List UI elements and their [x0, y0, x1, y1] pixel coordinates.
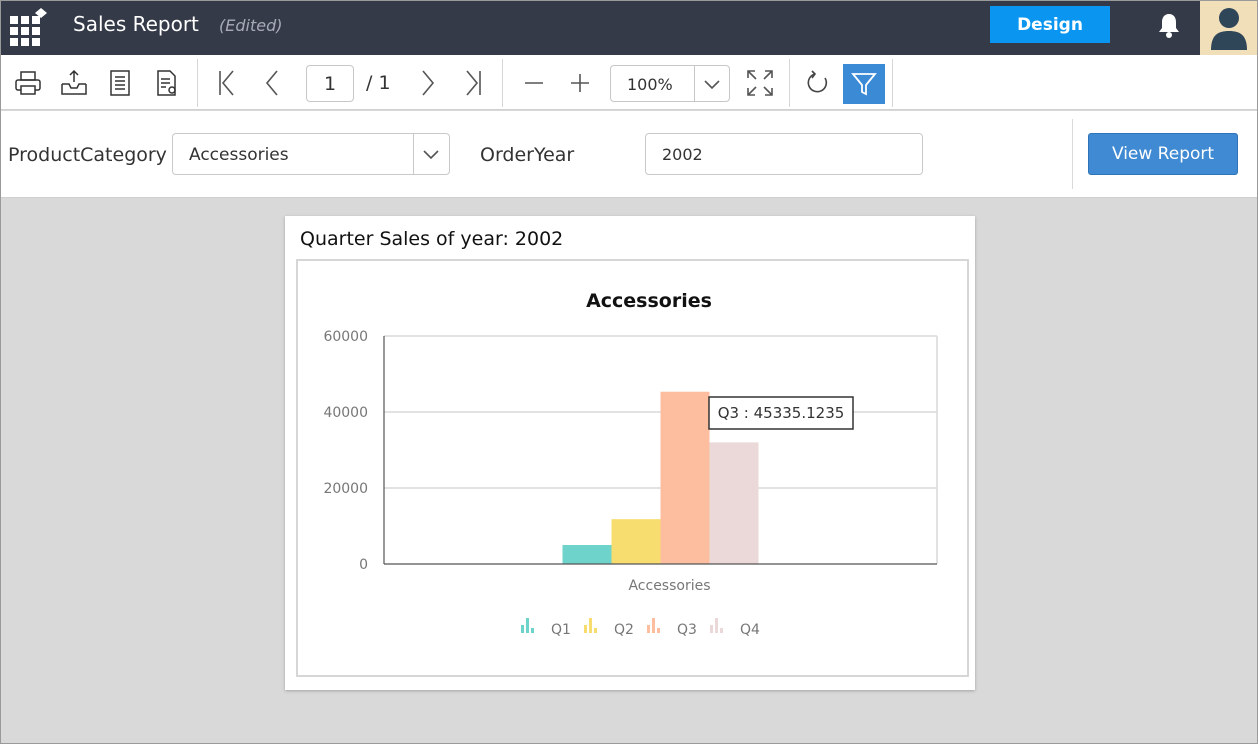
- legend-swatch-bar: [589, 618, 592, 633]
- category-value: Accessories: [189, 145, 289, 165]
- zoom-in-icon[interactable]: [564, 67, 596, 99]
- y-tick-label: 40000: [323, 405, 368, 421]
- previous-page-icon[interactable]: [256, 67, 288, 99]
- chart-frame: Accessories 0 20000 40000 60000 Accessories …: [296, 259, 969, 677]
- legend-swatch-bar: [647, 625, 650, 633]
- filter-icon: [851, 73, 877, 96]
- export-icon[interactable]: [58, 67, 90, 99]
- legend-swatch-bar: [594, 628, 597, 633]
- zoom-select[interactable]: 100%: [610, 65, 730, 102]
- last-page-icon[interactable]: [458, 67, 490, 99]
- viewer-toolbar: / 1 100%: [0, 55, 1258, 110]
- edited-status: (Edited): [219, 16, 283, 35]
- zoom-out-icon[interactable]: [518, 67, 550, 99]
- legend-item-q4[interactable]: Q4: [710, 618, 760, 638]
- view-report-button[interactable]: View Report: [1088, 133, 1238, 175]
- legend-item-q3[interactable]: Q3: [647, 618, 697, 638]
- refresh-icon[interactable]: [802, 67, 834, 99]
- chevron-down-icon[interactable]: [701, 73, 723, 95]
- bar-q2[interactable]: [611, 519, 661, 564]
- bar-q1[interactable]: [562, 545, 612, 564]
- page-setup-icon[interactable]: [104, 67, 136, 99]
- legend-swatch-bar: [657, 628, 660, 633]
- legend-item-q1[interactable]: Q1: [521, 618, 571, 638]
- app-grid-icon[interactable]: [10, 8, 48, 46]
- chart-tooltip-text: Q3 : 45335.1235: [718, 404, 845, 422]
- legend-swatch-bar: [720, 628, 723, 633]
- year-input[interactable]: [645, 133, 923, 175]
- zoom-divider: [694, 66, 695, 101]
- parameter-divider: [1072, 119, 1073, 189]
- app-header: Sales Report (Edited) Design: [0, 0, 1258, 55]
- toolbar-divider: [502, 59, 503, 107]
- select-divider: [413, 134, 414, 174]
- category-select[interactable]: Accessories: [172, 133, 450, 175]
- legend-label: Q2: [614, 622, 634, 638]
- report-page: Quarter Sales of year: 2002 Accessories …: [285, 216, 975, 690]
- parameter-panel: ProductCategory Accessories OrderYear Vi…: [0, 111, 1258, 198]
- print-icon[interactable]: [12, 67, 44, 99]
- category-label: ProductCategory: [8, 144, 167, 166]
- legend-swatch-bar: [584, 625, 587, 633]
- legend-swatch-bar: [715, 618, 718, 633]
- legend-swatch-bar: [710, 625, 713, 633]
- toolbar-divider: [789, 59, 790, 107]
- legend-label: Q4: [740, 622, 760, 638]
- legend-swatch-bar: [652, 618, 655, 633]
- page-number-input[interactable]: [306, 65, 354, 102]
- y-tick-label: 60000: [323, 329, 368, 345]
- page-total: / 1: [366, 72, 391, 94]
- y-tick-label: 20000: [323, 481, 368, 497]
- legend-label: Q1: [551, 622, 571, 638]
- filter-button[interactable]: [843, 64, 885, 104]
- legend-swatch-bar: [526, 618, 529, 633]
- first-page-icon[interactable]: [210, 67, 242, 99]
- chevron-down-icon[interactable]: [420, 143, 442, 165]
- design-button[interactable]: Design: [990, 6, 1110, 43]
- app-title: Sales Report: [73, 12, 199, 36]
- toolbar-divider: [197, 59, 198, 107]
- zoom-value: 100%: [627, 75, 673, 94]
- toolbar-divider: [892, 59, 893, 107]
- year-label: OrderYear: [480, 144, 575, 166]
- legend-swatch-bar: [531, 628, 534, 633]
- avatar[interactable]: [1200, 0, 1258, 55]
- next-page-icon[interactable]: [412, 67, 444, 99]
- legend-item-q2[interactable]: Q2: [584, 618, 634, 638]
- chart: Accessories 0200004000060000Accessories …: [323, 290, 938, 638]
- bar-q3[interactable]: [660, 391, 710, 564]
- bell-icon[interactable]: [1156, 11, 1182, 39]
- report-title: Quarter Sales of year: 2002: [300, 228, 564, 250]
- bar-q4[interactable]: [709, 442, 759, 564]
- fit-page-icon[interactable]: [744, 67, 776, 99]
- user-icon: [1211, 8, 1247, 50]
- legend-label: Q3: [677, 622, 697, 638]
- chart-title: Accessories: [586, 290, 712, 312]
- legend-swatch-bar: [521, 625, 524, 633]
- x-tick-label: Accessories: [628, 578, 710, 594]
- y-tick-label: 0: [359, 557, 368, 573]
- print-layout-icon[interactable]: [150, 67, 182, 99]
